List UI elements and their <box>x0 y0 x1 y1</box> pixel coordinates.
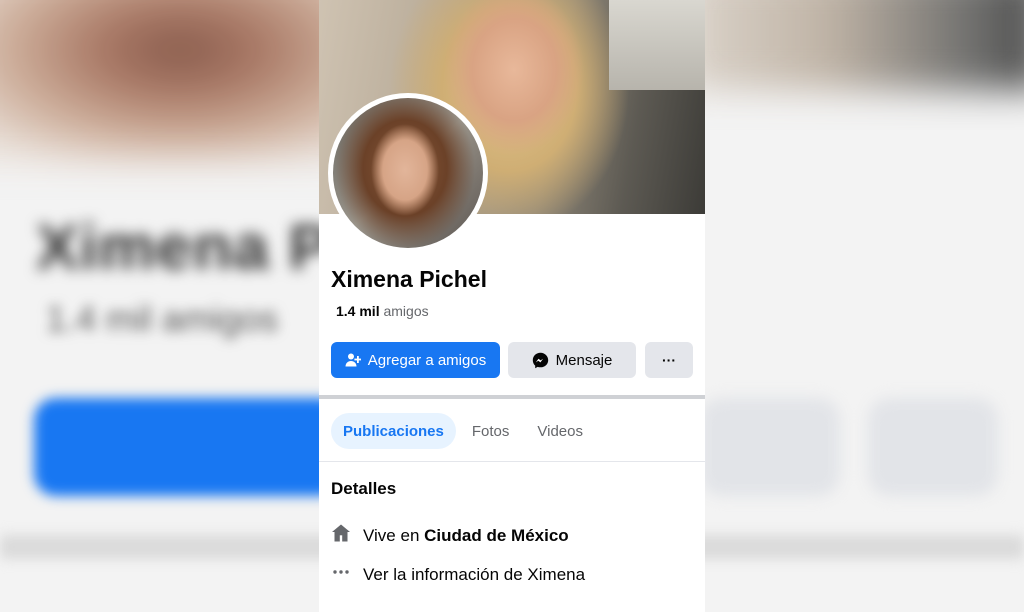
lives-in-row: Vive en Ciudad de México <box>331 523 569 548</box>
more-options-button[interactable]: ··· <box>645 342 693 378</box>
cover-photo-window <box>609 0 705 90</box>
more-dots-icon <box>331 562 351 587</box>
tabs-divider <box>319 461 705 462</box>
add-friend-button[interactable]: Agregar a amigos <box>331 342 500 378</box>
profile-screen: Ximena Pichel 1.4 mil amigos Agregar a a… <box>319 0 705 612</box>
message-button[interactable]: Mensaje <box>508 342 636 378</box>
friends-count-value: 1.4 mil <box>336 303 380 319</box>
city-name: Ciudad de México <box>424 525 569 545</box>
tab-fotos[interactable]: Fotos <box>460 413 522 449</box>
blurred-cover-photo <box>684 0 1024 90</box>
messenger-icon <box>532 352 549 369</box>
friends-count-label: amigos <box>383 303 429 319</box>
blurred-add-friend-button <box>34 398 344 496</box>
see-info-link[interactable]: Ver la información de Ximena <box>363 565 585 585</box>
lives-in-text: Vive en Ciudad de México <box>363 525 569 545</box>
add-person-icon <box>345 352 361 368</box>
avatar-image <box>333 98 483 248</box>
details-heading: Detalles <box>331 479 397 498</box>
profile-avatar[interactable] <box>328 93 488 253</box>
more-dots-icon: ··· <box>662 352 676 368</box>
message-label: Mensaje <box>555 351 613 369</box>
see-info-row[interactable]: Ver la información de Ximena <box>331 562 585 587</box>
blurred-more-button <box>868 398 998 496</box>
blurred-message-button <box>700 398 840 496</box>
section-divider <box>319 395 705 399</box>
add-friend-label: Agregar a amigos <box>367 351 487 369</box>
friends-count[interactable]: 1.4 mil amigos <box>336 303 429 319</box>
tab-publicaciones[interactable]: Publicaciones <box>331 413 456 449</box>
profile-name: Ximena Pichel <box>331 266 487 292</box>
profile-tabs: Publicaciones Fotos Videos <box>331 413 595 449</box>
home-icon <box>331 523 351 548</box>
blurred-avatar-photo <box>0 0 360 160</box>
blurred-friends-count: 1.4 mil amigos <box>46 298 279 339</box>
tab-videos[interactable]: Videos <box>525 413 595 449</box>
